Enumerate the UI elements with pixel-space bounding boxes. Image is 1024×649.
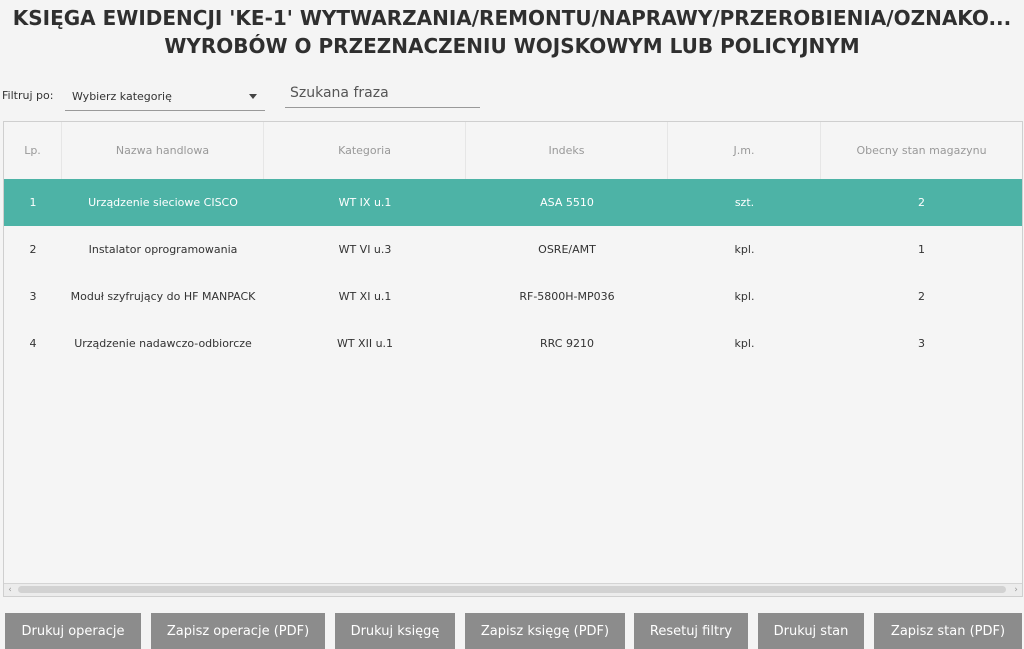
cell-lp: 3 (29, 290, 37, 303)
print-stock-button[interactable]: Drukuj stan (758, 613, 864, 649)
table-row[interactable]: 3 Moduł szyfrujący do HF MANPACK WT XI u… (4, 273, 1022, 320)
cell-name: Urządzenie sieciowe CISCO (88, 196, 238, 209)
save-stock-pdf-button[interactable]: Zapisz stan (PDF) (874, 613, 1022, 649)
cell-name: Moduł szyfrujący do HF MANPACK (70, 290, 256, 303)
cell-name: Instalator oprogramowania (88, 243, 238, 256)
cell-lp: 2 (29, 243, 37, 256)
cell-index: RRC 9210 (540, 337, 594, 350)
cell-index: ASA 5510 (540, 196, 594, 209)
cell-unit: szt. (734, 196, 755, 209)
save-operations-pdf-button[interactable]: Zapisz operacje (PDF) (151, 613, 325, 649)
cell-stock: 2 (918, 290, 925, 303)
search-input[interactable] (285, 78, 480, 108)
table-row[interactable]: 1 Urządzenie sieciowe CISCO WT IX u.1 AS… (4, 179, 1022, 226)
column-header-stock[interactable]: Obecny stan magazynu (821, 122, 1022, 179)
inventory-table: Lp. Nazwa handlowa Kategoria Indeks J.m.… (3, 121, 1023, 597)
filter-label: Filtruj po: (2, 89, 54, 102)
cell-category: WT IX u.1 (338, 196, 392, 209)
column-header-index[interactable]: Indeks (466, 122, 668, 179)
cell-unit: kpl. (734, 337, 755, 350)
action-buttons: Drukuj operacje Zapisz operacje (PDF) Dr… (0, 613, 1024, 649)
cell-category: WT XI u.1 (338, 290, 392, 303)
column-header-name[interactable]: Nazwa handlowa (62, 122, 264, 179)
cell-stock: 1 (918, 243, 925, 256)
scroll-left-icon[interactable]: ‹ (4, 584, 16, 596)
cell-index: RF-5800H-MP036 (519, 290, 615, 303)
scroll-right-icon[interactable]: › (1010, 584, 1022, 596)
horizontal-scrollbar[interactable]: ‹ › (4, 583, 1022, 596)
table-header: Lp. Nazwa handlowa Kategoria Indeks J.m.… (4, 122, 1022, 180)
cell-unit: kpl. (734, 290, 755, 303)
save-book-pdf-button[interactable]: Zapisz księgę (PDF) (465, 613, 625, 649)
cell-lp: 1 (29, 196, 37, 209)
cell-stock: 2 (918, 196, 925, 209)
category-select[interactable]: Wybierz kategorię (65, 80, 265, 111)
page-title: KSIĘGA EWIDENCJI 'KE-1' WYTWARZANIA/REMO… (0, 4, 1024, 60)
column-header-category[interactable]: Kategoria (264, 122, 466, 179)
cell-name: Urządzenie nadawczo-odbiorcze (74, 337, 252, 350)
reset-filters-button[interactable]: Resetuj filtry (634, 613, 748, 649)
column-header-lp[interactable]: Lp. (4, 122, 62, 179)
table-row[interactable]: 4 Urządzenie nadawczo-odbiorcze WT XII u… (4, 320, 1022, 367)
cell-category: WT VI u.3 (338, 243, 392, 256)
cell-index: OSRE/AMT (538, 243, 596, 256)
cell-category: WT XII u.1 (336, 337, 394, 350)
table-row[interactable]: 2 Instalator oprogramowania WT VI u.3 OS… (4, 226, 1022, 273)
filter-bar: Filtruj po: Wybierz kategorię (0, 76, 1024, 112)
cell-lp: 4 (29, 337, 37, 350)
page-title-line-1: KSIĘGA EWIDENCJI 'KE-1' WYTWARZANIA/REMO… (12, 6, 1012, 30)
print-operations-button[interactable]: Drukuj operacje (5, 613, 141, 649)
scrollbar-thumb[interactable] (18, 586, 1006, 593)
cell-unit: kpl. (734, 243, 755, 256)
category-select-value: Wybierz kategorię (72, 90, 172, 103)
table-body: 1 Urządzenie sieciowe CISCO WT IX u.1 AS… (4, 179, 1022, 367)
chevron-down-icon (249, 94, 257, 99)
column-header-unit[interactable]: J.m. (668, 122, 821, 179)
print-book-button[interactable]: Drukuj księgę (335, 613, 455, 649)
cell-stock: 3 (918, 337, 925, 350)
page-title-line-2: WYROBÓW O PRZEZNACZENIU WOJSKOWYM LUB PO… (164, 34, 860, 58)
